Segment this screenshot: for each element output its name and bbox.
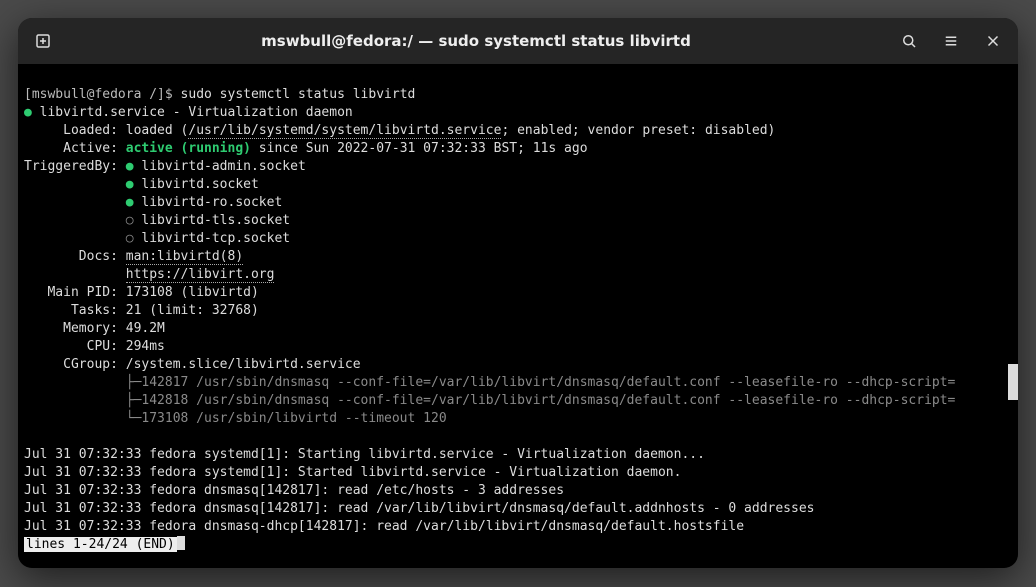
new-tab-button[interactable] [26,24,60,58]
service-name: libvirtd.service [40,105,165,120]
trigger-name: libvirtd-admin.socket [141,159,305,174]
log-line: Jul 31 07:32:33 fedora systemd[1]: Start… [24,447,705,462]
search-button[interactable] [892,24,926,58]
active-label: Active: [24,141,126,156]
pager-status: lines 1-24/24 (END) [24,537,177,552]
service-desc: - Virtualization daemon [165,105,353,120]
unit-file-path: /usr/lib/systemd/system/libvirtd.service [188,123,501,139]
trigger-name: libvirtd-tcp.socket [141,231,290,246]
trigger-name: libvirtd-tls.socket [141,213,290,228]
terminal-window: mswbull@fedora:/ — sudo systemctl status… [18,18,1018,568]
horizontal-overflow-indicator: > > [1008,364,1018,400]
tasks-label: Tasks: [24,303,126,318]
loaded-label: Loaded: [24,123,126,138]
tasks-value: 21 (limit: 32768) [126,303,259,318]
titlebar: mswbull@fedora:/ — sudo systemctl status… [18,18,1018,64]
menu-button[interactable] [934,24,968,58]
log-line: Jul 31 07:32:33 fedora dnsmasq[142817]: … [24,483,564,498]
bullet-on-icon: ● [126,159,134,174]
process-line: ├─142818 /usr/sbin/dnsmasq --conf-file=/… [24,393,955,408]
cursor-icon [177,536,185,550]
hamburger-icon [942,32,960,50]
active-since: since Sun 2022-07-31 07:32:33 BST; 11s a… [251,141,588,156]
window-title: mswbull@fedora:/ — sudo systemctl status… [68,32,884,50]
shell-command: sudo systemctl status libvirtd [181,87,416,102]
bullet-off-icon: ○ [126,213,134,228]
docs-link[interactable]: https://libvirt.org [126,267,275,283]
log-line: Jul 31 07:32:33 fedora systemd[1]: Start… [24,465,681,480]
log-line: Jul 31 07:32:33 fedora dnsmasq-dhcp[1428… [24,519,744,534]
docs-link[interactable]: man:libvirtd(8) [126,249,243,265]
close-button[interactable] [976,24,1010,58]
memory-label: Memory: [24,321,126,336]
docs-label: Docs: [24,249,126,264]
loaded-post: ; enabled; vendor preset: disabled) [501,123,775,138]
bullet-on-icon: ● [126,177,134,192]
status-bullet-icon: ● [24,105,32,120]
main-pid-value: 173108 (libvirtd) [126,285,259,300]
loaded-pre: loaded ( [126,123,189,138]
bullet-on-icon: ● [126,195,134,210]
process-line: └─173108 /usr/sbin/libvirtd --timeout 12… [24,411,447,426]
process-line: ├─142817 /usr/sbin/dnsmasq --conf-file=/… [24,375,955,390]
trigger-name: libvirtd.socket [141,177,258,192]
bullet-off-icon: ○ [126,231,134,246]
memory-value: 49.2M [126,321,165,336]
log-line: Jul 31 07:32:33 fedora dnsmasq[142817]: … [24,501,815,516]
close-icon [984,32,1002,50]
terminal-body[interactable]: [mswbull@fedora /]$ sudo systemctl statu… [18,64,1018,568]
shell-prompt: [mswbull@fedora /]$ [24,87,181,102]
trigger-name: libvirtd-ro.socket [141,195,282,210]
search-icon [900,32,918,50]
main-pid-label: Main PID: [24,285,126,300]
cpu-label: CPU: [24,339,126,354]
active-state: active (running) [126,141,251,156]
cpu-value: 294ms [126,339,165,354]
cgroup-value: /system.slice/libvirtd.service [126,357,361,372]
triggeredby-label: TriggeredBy: [24,159,126,174]
cgroup-label: CGroup: [24,357,126,372]
